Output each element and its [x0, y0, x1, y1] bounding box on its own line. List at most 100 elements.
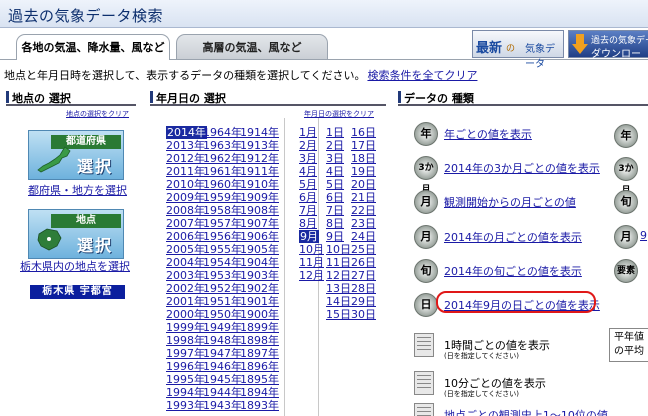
year-link[interactable]: 1905年 — [240, 243, 279, 256]
data-kind-label[interactable]: 2014年の旬ごとの値を表示 — [444, 263, 582, 279]
day-link[interactable]: 24日 — [351, 230, 376, 243]
day-link[interactable]: 29日 — [351, 295, 376, 308]
year-link[interactable]: 1908年 — [240, 204, 279, 217]
data-kind-label[interactable]: 地点ごとの観測史上1～10位の値 — [444, 407, 608, 416]
year-link[interactable]: 1911年 — [240, 165, 279, 178]
year-link[interactable]: 1993年 — [166, 399, 205, 412]
tab-surface-weather[interactable]: 各地の気温、降水量、風など — [16, 34, 170, 60]
data-kind-item[interactable]: 月 2014年の月ごとの値を表示 — [414, 225, 614, 251]
right-kind-link[interactable]: 9 — [640, 229, 647, 242]
data-kind-label[interactable]: 2014年の月ごとの値を表示 — [444, 229, 582, 245]
day-link[interactable]: 14日 — [326, 295, 351, 308]
year-link[interactable]: 1909年 — [240, 191, 279, 204]
year-link[interactable]: 1964年 — [203, 126, 242, 139]
day-link[interactable]: 8日 — [326, 217, 344, 230]
right-kind-icon[interactable]: 年 — [614, 124, 638, 148]
year-link[interactable]: 2013年 — [166, 139, 205, 152]
year-link[interactable]: 1895年 — [240, 373, 279, 386]
day-link[interactable]: 30日 — [351, 308, 376, 321]
day-link[interactable]: 13日 — [326, 282, 351, 295]
select-prefecture-link[interactable]: 都府県・地方を選択 — [28, 182, 127, 198]
year-link[interactable]: 1957年 — [203, 217, 242, 230]
year-link[interactable]: 1997年 — [166, 347, 205, 360]
day-link[interactable]: 20日 — [351, 178, 376, 191]
clear-station-link[interactable]: 地点の選択をクリア — [66, 109, 129, 119]
year-link[interactable]: 1956年 — [203, 230, 242, 243]
year-link[interactable]: 1902年 — [240, 282, 279, 295]
day-link[interactable]: 25日 — [351, 243, 376, 256]
year-link[interactable]: 1893年 — [240, 399, 279, 412]
data-kind-item[interactable]: 年年ごとの値を表示 — [414, 122, 614, 148]
year-link[interactable]: 1959年 — [203, 191, 242, 204]
day-link[interactable]: 27日 — [351, 269, 376, 282]
year-link[interactable]: 1943年 — [203, 399, 242, 412]
day-link[interactable]: 4日 — [326, 165, 344, 178]
year-link[interactable]: 2000年 — [166, 308, 205, 321]
year-link[interactable]: 1999年 — [166, 321, 205, 334]
year-link[interactable]: 1897年 — [240, 347, 279, 360]
year-link[interactable]: 1907年 — [240, 217, 279, 230]
day-link[interactable]: 19日 — [351, 165, 376, 178]
day-link[interactable]: 23日 — [351, 217, 376, 230]
month-link[interactable]: 1月 — [299, 126, 317, 139]
day-link[interactable]: 10日 — [326, 243, 351, 256]
month-link[interactable]: 8月 — [299, 217, 317, 230]
select-prefecture-button[interactable]: 都道府県 選択 — [28, 130, 124, 180]
year-link[interactable]: 2002年 — [166, 282, 205, 295]
right-kind-icon[interactable]: 要素 — [614, 259, 638, 283]
download-button[interactable]: 過去の気象デー ダウンロー — [568, 30, 648, 60]
year-link[interactable]: 1901年 — [240, 295, 279, 308]
year-link[interactable]: 2007年 — [166, 217, 205, 230]
data-kind-label[interactable]: 観測開始からの月ごとの値 — [444, 194, 576, 210]
right-kind-icon[interactable]: 月 — [614, 225, 638, 249]
year-link[interactable]: 1951年 — [203, 295, 242, 308]
day-link[interactable]: 11日 — [326, 256, 351, 269]
month-link[interactable]: 6月 — [299, 191, 317, 204]
day-link[interactable]: 21日 — [351, 191, 376, 204]
year-link[interactable]: 1946年 — [203, 360, 242, 373]
year-link[interactable]: 1913年 — [240, 139, 279, 152]
select-station-link[interactable]: 栃木県内の地点を選択 — [20, 258, 130, 274]
day-link[interactable]: 1日 — [326, 126, 344, 139]
year-link[interactable]: 1914年 — [240, 126, 279, 139]
right-kind-icon[interactable]: 旬 — [614, 190, 638, 214]
day-link[interactable]: 5日 — [326, 178, 344, 191]
year-link[interactable]: 2001年 — [166, 295, 205, 308]
normal-value-box[interactable]: 平年値 の平均 — [609, 328, 648, 362]
tab-upper-air[interactable]: 高層の気温、風など — [176, 34, 328, 60]
year-link[interactable]: 1952年 — [203, 282, 242, 295]
month-link[interactable]: 2月 — [299, 139, 317, 152]
day-link[interactable]: 26日 — [351, 256, 376, 269]
year-link[interactable]: 2012年 — [166, 152, 205, 165]
data-kind-label[interactable]: 2014年の3か月ごとの値を表示 — [444, 160, 600, 176]
month-link[interactable]: 10月 — [299, 243, 324, 256]
year-link[interactable]: 2004年 — [166, 256, 205, 269]
month-link[interactable]: 11月 — [299, 256, 324, 269]
data-kind-item[interactable]: 月観測開始からの月ごとの値 — [414, 190, 614, 216]
year-link[interactable]: 2008年 — [166, 204, 205, 217]
year-link[interactable]: 1896年 — [240, 360, 279, 373]
year-link[interactable]: 1948年 — [203, 334, 242, 347]
year-link[interactable]: 1994年 — [166, 386, 205, 399]
year-link[interactable]: 2010年 — [166, 178, 205, 191]
month-link[interactable]: 9月 — [299, 230, 319, 243]
year-link[interactable]: 1947年 — [203, 347, 242, 360]
year-link[interactable]: 1962年 — [203, 152, 242, 165]
year-link[interactable]: 2005年 — [166, 243, 205, 256]
clear-all-conditions-link[interactable]: 検索条件を全てクリア — [367, 69, 477, 82]
year-link[interactable]: 1953年 — [203, 269, 242, 282]
year-link[interactable]: 2009年 — [166, 191, 205, 204]
latest-weather-data-button[interactable]: 最新 の 気象データ — [472, 30, 564, 70]
year-link[interactable]: 1955年 — [203, 243, 242, 256]
year-link[interactable]: 1900年 — [240, 308, 279, 321]
data-kind-item[interactable]: 旬 2014年の旬ごとの値を表示 — [414, 259, 614, 285]
year-link[interactable]: 1944年 — [203, 386, 242, 399]
clear-date-link[interactable]: 年月日の選択をクリア — [304, 109, 374, 119]
year-link[interactable]: 2011年 — [166, 165, 205, 178]
data-kind-item[interactable]: 地点ごとの観測史上1～10位の値 — [414, 403, 614, 416]
day-link[interactable]: 18日 — [351, 152, 376, 165]
year-link[interactable]: 1894年 — [240, 386, 279, 399]
year-link[interactable]: 1899年 — [240, 321, 279, 334]
month-link[interactable]: 3月 — [299, 152, 317, 165]
select-station-button[interactable]: 地点 選択 — [28, 209, 124, 259]
